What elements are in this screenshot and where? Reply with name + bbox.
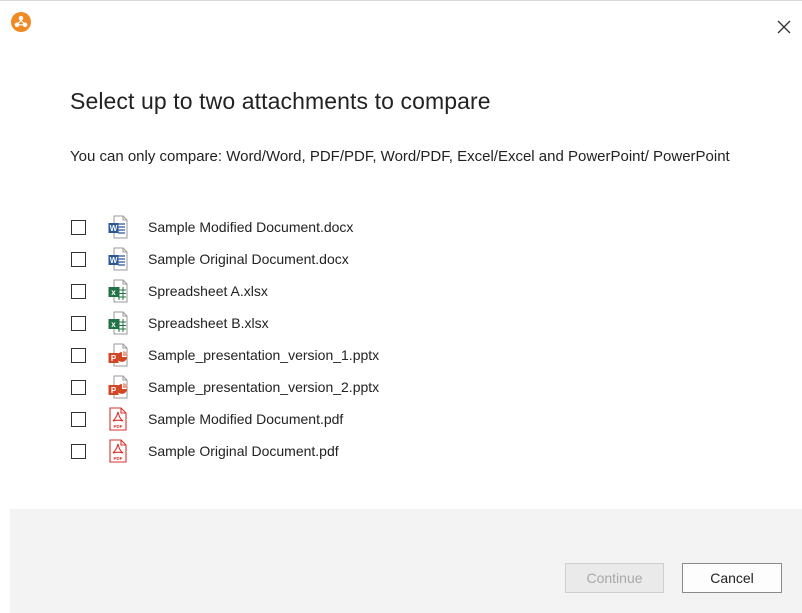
svg-text:P: P (111, 354, 117, 363)
attachment-row[interactable]: x Spreadsheet B.xlsx (70, 307, 670, 339)
pdf-icon: PDF (108, 439, 128, 463)
attachment-checkbox[interactable] (71, 379, 86, 395)
attachment-row[interactable]: W Sample Modified Document.docx (70, 211, 670, 243)
attachment-name: Sample Original Document.pdf (148, 443, 339, 459)
attachment-name: Sample Modified Document.docx (148, 219, 354, 235)
attachment-name: Spreadsheet B.xlsx (148, 315, 269, 331)
svg-text:PDF: PDF (114, 456, 123, 461)
svg-text:x: x (111, 320, 116, 329)
attachment-name: Sample_presentation_version_1.pptx (148, 347, 380, 363)
attachment-checkbox[interactable] (71, 315, 86, 331)
attachment-name: Sample Modified Document.pdf (148, 411, 344, 427)
excel-icon: x (108, 311, 128, 335)
compare-dialog: Select up to two attachments to compare … (0, 0, 802, 613)
svg-text:PDF: PDF (114, 424, 123, 429)
excel-icon: x (108, 279, 128, 303)
svg-text:x: x (111, 288, 116, 297)
attachment-checkbox[interactable] (71, 443, 86, 459)
svg-text:W: W (110, 224, 118, 233)
svg-text:P: P (111, 386, 117, 395)
dialog-top-border (0, 0, 802, 1)
attachment-checkbox[interactable] (71, 251, 86, 267)
attachment-checkbox[interactable] (71, 411, 86, 427)
svg-text:W: W (110, 256, 118, 265)
attachment-list: W Sample Modified Document.docx W Sample Or… (70, 211, 670, 467)
attachment-checkbox[interactable] (71, 347, 86, 363)
pdf-icon: PDF (108, 407, 128, 431)
close-icon (777, 20, 791, 34)
attachment-checkbox[interactable] (71, 219, 86, 235)
continue-button[interactable]: Continue (565, 563, 664, 593)
dialog-title: Select up to two attachments to compare (70, 88, 491, 114)
powerpoint-icon: P (108, 375, 128, 399)
attachment-checkbox[interactable] (71, 283, 86, 299)
attachment-name: Sample_presentation_version_2.pptx (148, 379, 380, 395)
attachment-name: Sample Original Document.docx (148, 251, 349, 267)
attachment-row[interactable]: PDF Sample Original Document.pdf (70, 435, 670, 467)
attachment-row[interactable]: P Sample_presentation_version_2.pptx (70, 371, 670, 403)
attachment-row[interactable]: W Sample Original Document.docx (70, 243, 670, 275)
word-icon: W (108, 215, 128, 239)
attachment-name: Spreadsheet A.xlsx (148, 283, 268, 299)
attachment-row[interactable]: P Sample_presentation_version_1.pptx (70, 339, 670, 371)
attachment-row[interactable]: PDF Sample Modified Document.pdf (70, 403, 670, 435)
app-logo-icon (11, 12, 31, 32)
attachment-row[interactable]: x Spreadsheet A.xlsx (70, 275, 670, 307)
word-icon: W (108, 247, 128, 271)
close-button[interactable] (772, 15, 796, 39)
cancel-button[interactable]: Cancel (682, 563, 782, 593)
dialog-subtitle: You can only compare: Word/Word, PDF/PDF… (70, 148, 730, 165)
powerpoint-icon: P (108, 343, 128, 367)
dialog-footer (10, 509, 802, 613)
